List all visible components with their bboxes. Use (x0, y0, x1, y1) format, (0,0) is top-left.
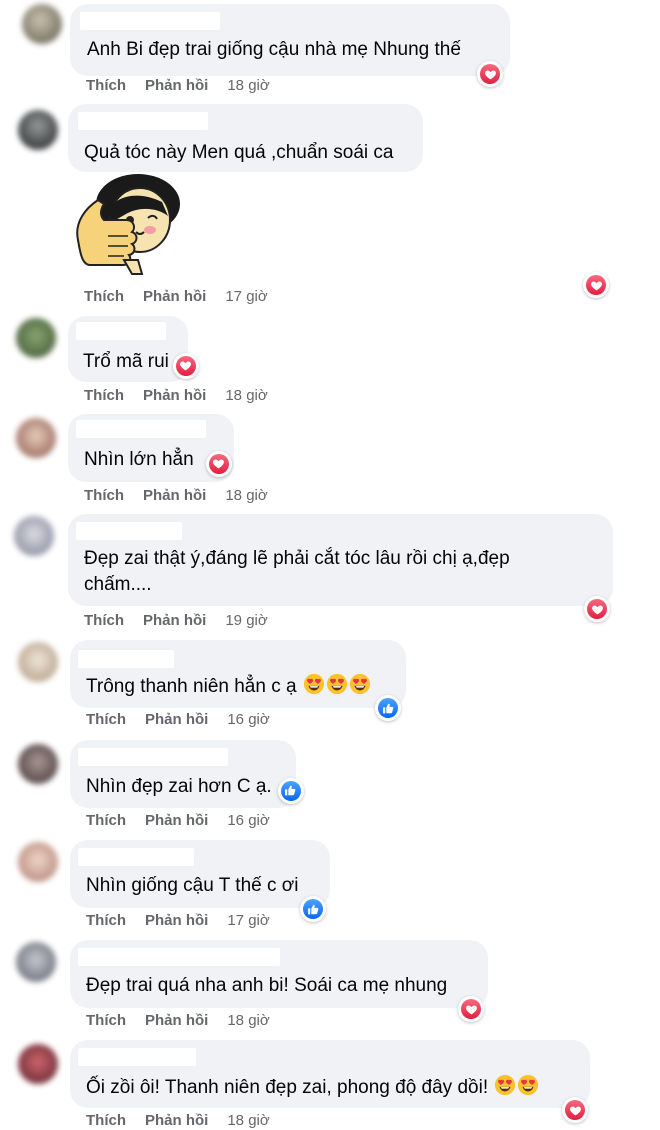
comment-text-content: Ối zồi ôi! Thanh niên đẹp zai, phong độ … (86, 1077, 489, 1098)
comment-text: Trông thanh niên hẳn c ạ (86, 673, 371, 699)
like-reaction-icon[interactable] (300, 896, 326, 922)
avatar[interactable] (18, 110, 58, 150)
heart-eyes-emoji (303, 673, 325, 695)
comment-actions: Thích Phản hồi 17 giờ (84, 288, 287, 305)
timestamp[interactable]: 16 giờ (227, 711, 269, 728)
avatar[interactable] (18, 842, 58, 882)
reply-action[interactable]: Phản hồi (143, 387, 206, 404)
author-name-redacted (78, 848, 194, 866)
heart-reaction-icon[interactable] (205, 450, 232, 477)
comment-text: Nhìn đẹp zai hơn C ạ. (86, 774, 304, 804)
author-name-redacted (78, 748, 228, 766)
heart-reaction-icon[interactable] (583, 272, 609, 298)
timestamp[interactable]: 18 giờ (225, 387, 267, 404)
like-action[interactable]: Thích (86, 912, 126, 929)
avatar[interactable] (22, 4, 62, 44)
timestamp[interactable]: 16 giờ (227, 812, 269, 829)
comment-text-line2: chấm.... (84, 574, 152, 595)
reply-action[interactable]: Phản hồi (145, 812, 208, 829)
comment-text-line1: Đẹp zai thật ý,đáng lẽ phải cắt tóc lâu … (84, 548, 510, 569)
reply-action[interactable]: Phản hồi (145, 1112, 208, 1129)
reply-action[interactable]: Phản hồi (143, 612, 206, 629)
heart-reaction-icon[interactable] (562, 1097, 588, 1123)
like-action[interactable]: Thích (86, 711, 126, 728)
like-action[interactable]: Thích (84, 487, 124, 504)
heart-eyes-emoji (326, 673, 348, 695)
avatar[interactable] (14, 516, 54, 556)
comment-text: Trổ mã rui (83, 349, 199, 379)
reply-action[interactable]: Phản hồi (145, 77, 208, 94)
comment-text-content: Nhìn đẹp zai hơn C ạ. (86, 776, 272, 797)
timestamp[interactable]: 18 giờ (227, 1112, 269, 1129)
comment-actions: Thích Phản hồi 18 giờ (86, 1012, 289, 1029)
reply-action[interactable]: Phản hồi (145, 1012, 208, 1029)
avatar[interactable] (16, 418, 56, 458)
avatar[interactable] (16, 318, 56, 358)
reply-action[interactable]: Phản hồi (145, 711, 208, 728)
comment-actions: Thích Phản hồi 17 giờ (86, 912, 289, 929)
like-reaction-icon[interactable] (277, 777, 304, 804)
avatar[interactable] (18, 642, 58, 682)
heart-reaction-icon[interactable] (458, 996, 484, 1022)
comment-text: Ối zồi ôi! Thanh niên đẹp zai, phong độ … (86, 1074, 539, 1100)
timestamp[interactable]: 18 giờ (227, 77, 269, 94)
heart-reaction-icon[interactable] (477, 61, 503, 87)
reply-action[interactable]: Phản hồi (145, 912, 208, 929)
comment-text: Quả tóc này Men quá ,chuẩn soái ca (84, 142, 394, 163)
comment-actions: Thích Phản hồi 16 giờ (86, 812, 289, 829)
heart-reaction-icon[interactable] (172, 352, 199, 379)
author-name-redacted (80, 12, 220, 30)
timestamp[interactable]: 18 giờ (227, 1012, 269, 1029)
like-action[interactable]: Thích (86, 812, 126, 829)
reply-action[interactable]: Phản hồi (143, 288, 206, 305)
heart-eyes-emoji (494, 1074, 516, 1096)
timestamp[interactable]: 17 giờ (227, 912, 269, 929)
like-action[interactable]: Thích (84, 612, 124, 629)
comment-text: Đẹp trai quá nha anh bi! Soái ca mẹ nhun… (86, 975, 448, 996)
author-name-redacted (78, 112, 208, 130)
author-name-redacted (76, 522, 182, 540)
thumbs-up-girl-sticker (76, 174, 180, 275)
comment-actions: Thích Phản hồi 18 giờ (86, 77, 289, 94)
comment-text-content: Trổ mã rui (83, 351, 169, 372)
timestamp[interactable]: 17 giờ (225, 288, 267, 305)
timestamp[interactable]: 19 giờ (225, 612, 267, 629)
like-action[interactable]: Thích (86, 1112, 126, 1129)
like-reaction-icon[interactable] (375, 695, 401, 721)
author-name-redacted (76, 322, 166, 340)
comment-text-content: Nhìn lớn hẳn (84, 449, 194, 470)
like-action[interactable]: Thích (84, 387, 124, 404)
comment-text: Nhìn giống cậu T thế c ơi (86, 875, 299, 896)
comment-actions: Thích Phản hồi 18 giờ (84, 387, 287, 404)
like-action[interactable]: Thích (84, 288, 124, 305)
like-action[interactable]: Thích (86, 77, 126, 94)
avatar[interactable] (18, 744, 58, 784)
comment-text: Anh Bi đẹp trai giống cậu nhà mẹ Nhung t… (87, 39, 461, 60)
comment-actions: Thích Phản hồi 18 giờ (86, 1112, 289, 1129)
like-action[interactable]: Thích (86, 1012, 126, 1029)
heart-reaction-icon[interactable] (584, 596, 610, 622)
comment-actions: Thích Phản hồi 16 giờ (86, 711, 289, 728)
timestamp[interactable]: 18 giờ (225, 487, 267, 504)
author-name-redacted (78, 650, 174, 668)
author-name-redacted (78, 948, 280, 966)
heart-eyes-emoji (349, 673, 371, 695)
reply-action[interactable]: Phản hồi (143, 487, 206, 504)
author-name-redacted (78, 1048, 196, 1066)
avatar[interactable] (18, 1044, 58, 1084)
author-name-redacted (76, 420, 206, 438)
avatar[interactable] (16, 942, 56, 982)
comment-actions: Thích Phản hồi 18 giờ (84, 487, 287, 504)
heart-eyes-emoji (517, 1074, 539, 1096)
comment-text-content: Trông thanh niên hẳn c ạ (86, 676, 297, 697)
comment-actions: Thích Phản hồi 19 giờ (84, 612, 287, 629)
comment-text: Nhìn lớn hẳn (84, 447, 232, 477)
